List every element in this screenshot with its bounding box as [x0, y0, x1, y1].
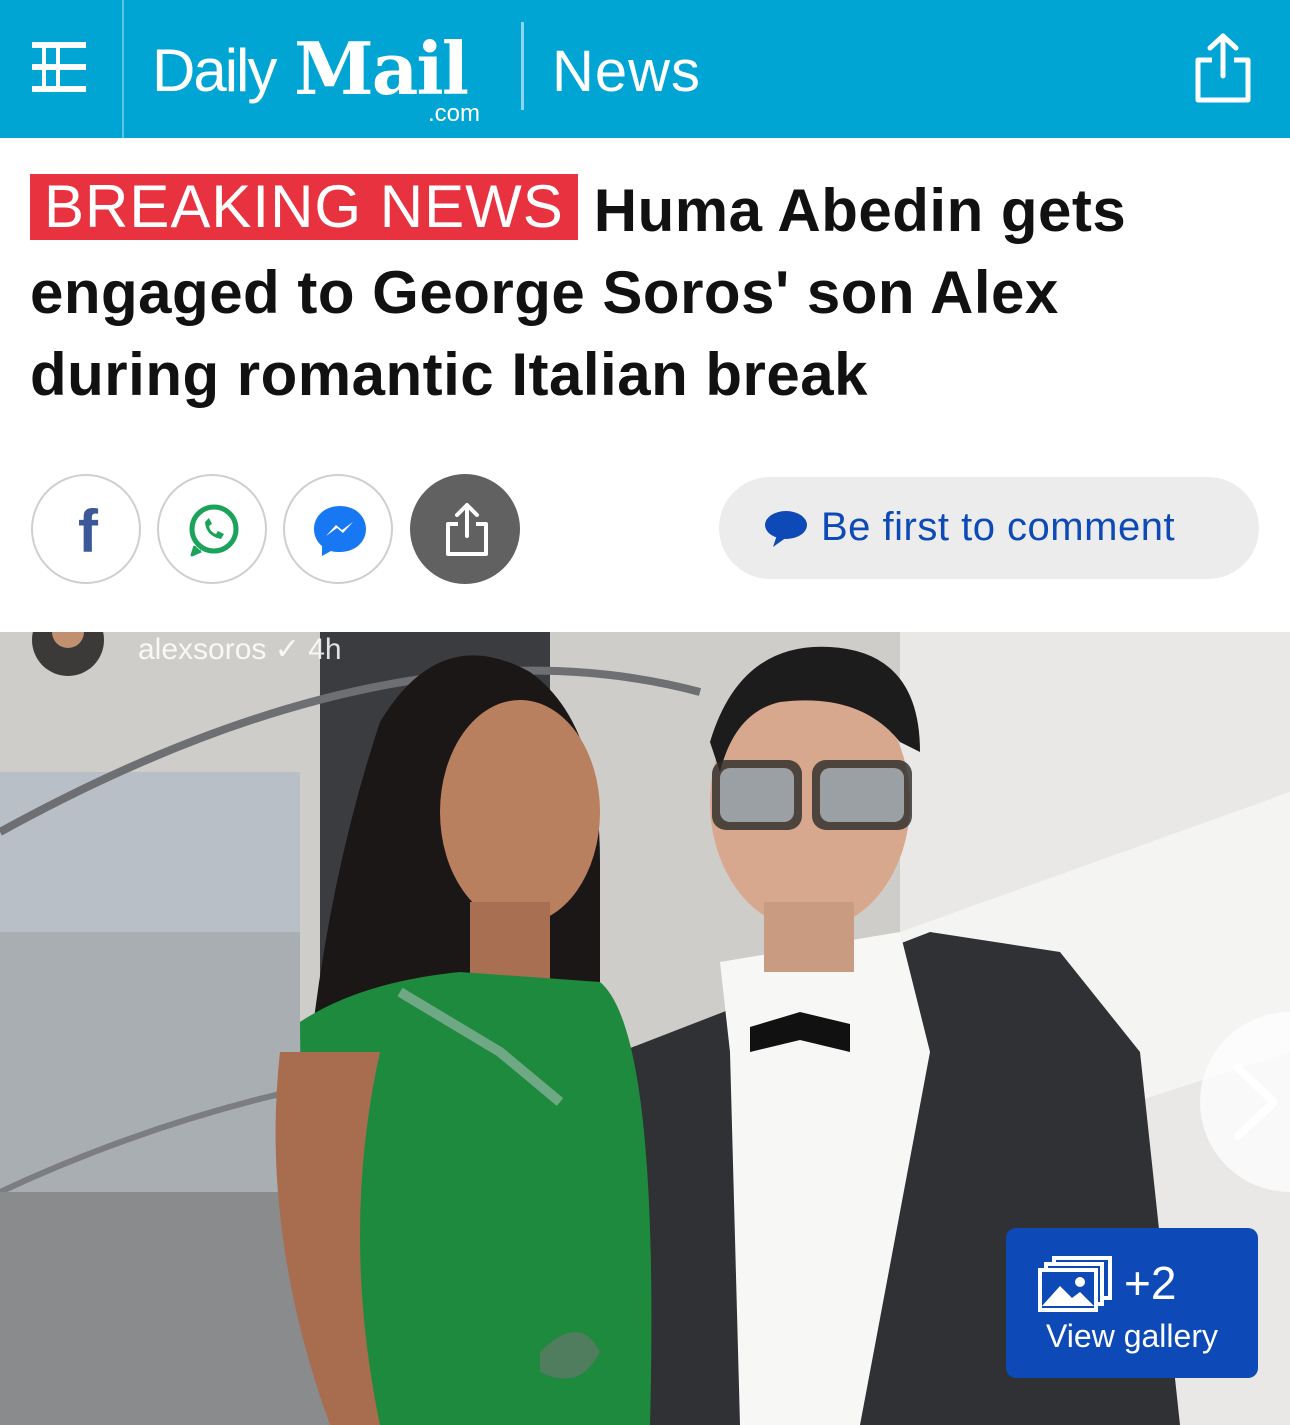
daily-mail-logo[interactable]: Daily Mail .com	[152, 26, 492, 127]
svg-text:f: f	[78, 498, 99, 565]
gallery-count: +2	[1124, 1257, 1177, 1309]
facebook-icon: f	[78, 498, 99, 565]
gallery-icon	[1038, 1256, 1112, 1312]
view-gallery-button[interactable]: +2 View gallery	[1006, 1228, 1258, 1378]
header-share-icon[interactable]	[1192, 32, 1254, 104]
section-title[interactable]: News	[552, 38, 701, 105]
article-headline: BREAKING NEWS Huma Abedin gets engaged to…	[30, 170, 1260, 416]
breaking-news-badge: BREAKING NEWS	[30, 174, 578, 240]
whatsapp-icon	[189, 504, 239, 557]
facebook-share-button[interactable]: f	[31, 474, 141, 584]
instagram-overlay-handle: alexsoros ✓ 4h	[138, 633, 342, 666]
header-divider	[521, 22, 524, 110]
messenger-share-button[interactable]	[283, 474, 393, 584]
share-more-button[interactable]	[410, 474, 520, 584]
comment-label: Be first to comment	[821, 505, 1176, 549]
logo-com-text: .com	[428, 100, 481, 127]
whatsapp-share-button[interactable]	[157, 474, 267, 584]
logo-daily-text: Daily	[152, 37, 277, 104]
share-icon	[446, 503, 488, 556]
logo-mail-text: Mail	[294, 26, 469, 111]
top-nav-bar: Daily Mail .com News	[0, 0, 1290, 138]
comment-button[interactable]: Be first to comment	[719, 477, 1259, 579]
speech-bubble-icon	[765, 511, 807, 547]
overlay-time-text: 4h	[308, 633, 342, 666]
menu-button[interactable]	[0, 0, 124, 138]
overlay-handle-text: alexsoros	[138, 633, 267, 666]
gallery-label: View gallery	[1046, 1318, 1218, 1354]
hamburger-menu-icon	[32, 42, 86, 92]
article-hero-image[interactable]: alexsoros ✓ 4h +2 View gallery	[0, 632, 1290, 1425]
chevron-right-icon	[1234, 1064, 1278, 1140]
messenger-icon	[314, 506, 366, 556]
